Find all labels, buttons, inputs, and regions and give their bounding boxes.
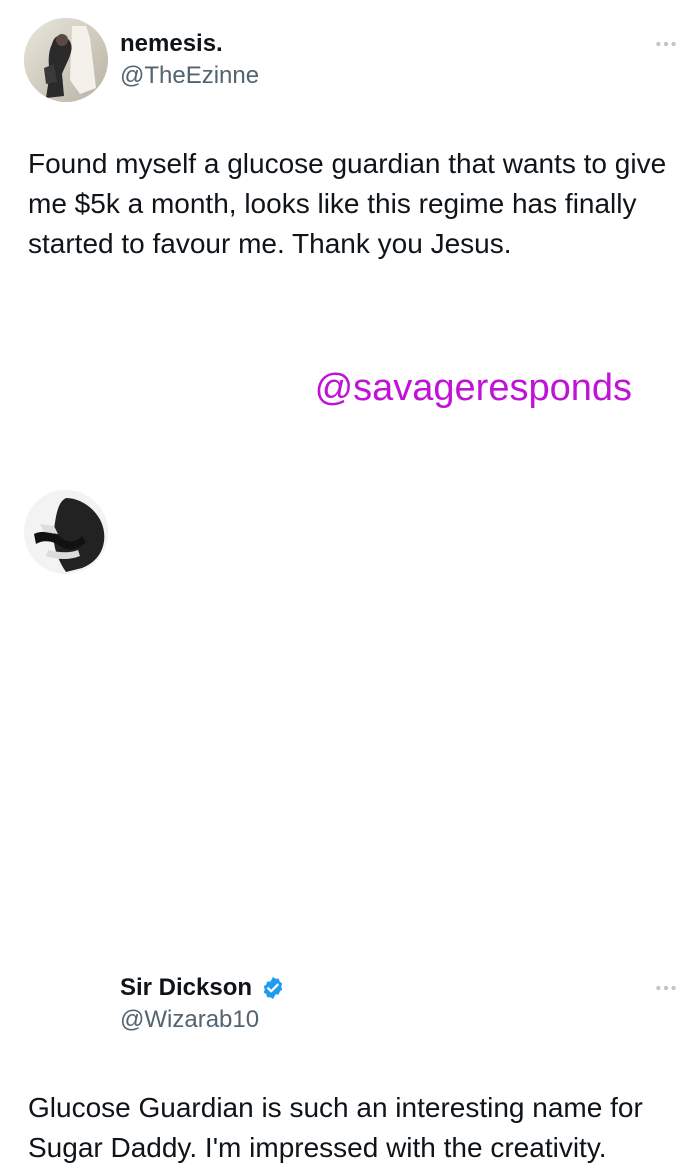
handle[interactable]: @TheEzinne [120,62,259,90]
more-button[interactable] [648,978,684,998]
display-name-row: Sir Dickson [120,974,286,1002]
avatar[interactable] [24,18,108,102]
watermark: @savageresponds [314,367,632,409]
handle[interactable]: @Wizarab10 [120,1006,259,1034]
verified-badge-icon [263,976,283,1000]
more-button[interactable] [648,34,684,54]
display-name[interactable]: nemesis. [120,30,223,58]
tweet-text: Found myself a glucose guardian that wan… [28,148,667,259]
tweet-text: Glucose Guardian is such an interesting … [28,1092,643,1163]
tweet-card: nemesis. @TheEzinne Found myself a gluco… [0,0,700,300]
more-icon [656,985,676,991]
tweet-card: Sir Dickson @Wizarab10 Glucose Guardian … [0,470,700,1163]
avatar[interactable] [24,490,108,574]
display-name-row: nemesis. [120,30,223,58]
more-icon [656,41,676,47]
display-name[interactable]: Sir Dickson [120,974,252,1002]
